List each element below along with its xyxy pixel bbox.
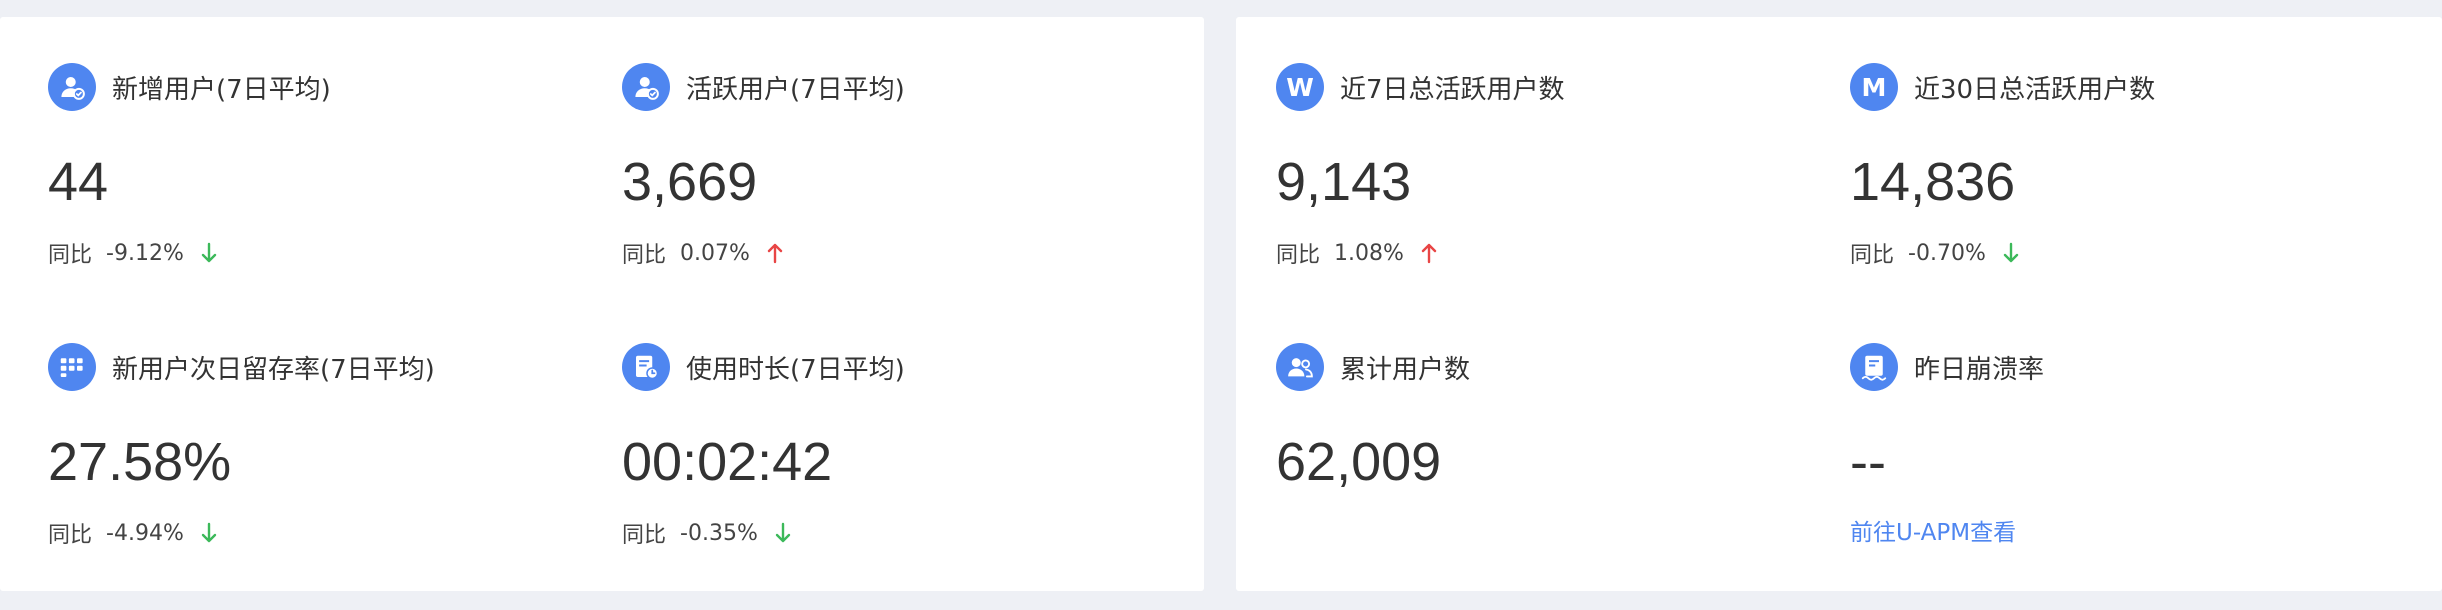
metric-value: 3,669 xyxy=(622,152,758,212)
metric-comparison: 同比 -4.94% xyxy=(48,516,218,550)
metric-comparison: 同比 0.07% xyxy=(622,236,784,270)
arrow-down-icon xyxy=(201,522,217,543)
metric-title: 新用户次日留存率(7日平均) xyxy=(112,354,435,385)
metric-header: M 近30日总活跃用户数 xyxy=(1850,62,2155,112)
metric-comparison: 同比 -9.12% xyxy=(48,236,218,270)
compare-value: -0.70% xyxy=(1908,240,1986,266)
metric-title: 活跃用户(7日平均) xyxy=(686,74,905,105)
metric-crash-rate: 昨日崩溃率 -- 前往U-APM查看 xyxy=(1850,342,2410,582)
arrow-up-icon xyxy=(1421,243,1437,264)
metric-total-users: 累计用户数 62,009 xyxy=(1276,342,1836,582)
user-badge-icon xyxy=(48,63,96,111)
metric-7day-active-users: W 近7日总活跃用户数 9,143 同比 1.08% xyxy=(1276,62,1836,302)
metric-30day-active-users: M 近30日总活跃用户数 14,836 同比 -0.70% xyxy=(1850,62,2410,302)
metric-header: 昨日崩溃率 xyxy=(1850,342,2044,392)
compare-value: -0.35% xyxy=(680,520,758,546)
metric-value: 9,143 xyxy=(1276,152,1412,212)
metric-value: 00:02:42 xyxy=(622,432,833,492)
compare-label: 同比 xyxy=(622,523,667,548)
crash-report-icon xyxy=(1850,343,1898,391)
metric-comparison: 同比 -0.70% xyxy=(1850,236,2020,270)
compare-label: 同比 xyxy=(1276,243,1321,268)
metric-title: 昨日崩溃率 xyxy=(1914,354,2045,385)
arrow-up-icon xyxy=(767,243,783,264)
letter-m-icon: M xyxy=(1850,63,1898,111)
u-apm-link[interactable]: 前往U-APM查看 xyxy=(1850,516,2016,550)
compare-value: 0.07% xyxy=(680,240,750,266)
users-group-icon xyxy=(1276,343,1324,391)
metric-active-users: 活跃用户(7日平均) 3,669 同比 0.07% xyxy=(622,62,1182,302)
compare-value: -4.94% xyxy=(106,520,184,546)
metric-usage-duration: 使用时长(7日平均) 00:02:42 同比 -0.35% xyxy=(622,342,1182,582)
arrow-down-icon xyxy=(2003,242,2019,263)
metric-new-users: 新增用户(7日平均) 44 同比 -9.12% xyxy=(48,62,608,302)
metric-value: -- xyxy=(1850,432,1886,492)
metric-title: 新增用户(7日平均) xyxy=(112,74,331,105)
metric-header: W 近7日总活跃用户数 xyxy=(1276,62,1565,112)
compare-value: -9.12% xyxy=(106,240,184,266)
metric-title: 使用时长(7日平均) xyxy=(686,354,905,385)
metric-comparison: 同比 1.08% xyxy=(1276,236,1438,270)
user-check-icon xyxy=(622,63,670,111)
metric-title: 累计用户数 xyxy=(1340,354,1471,385)
metric-value: 62,009 xyxy=(1276,432,1442,492)
document-clock-icon xyxy=(622,343,670,391)
compare-value: 1.08% xyxy=(1334,240,1404,266)
compare-label: 同比 xyxy=(48,243,93,268)
compare-label: 同比 xyxy=(1850,243,1895,268)
metric-header: 新增用户(7日平均) xyxy=(48,62,331,112)
metric-header: 活跃用户(7日平均) xyxy=(622,62,905,112)
metric-value: 14,836 xyxy=(1850,152,2016,212)
metric-header: 新用户次日留存率(7日平均) xyxy=(48,342,435,392)
arrow-down-icon xyxy=(775,522,791,543)
metric-comparison: 同比 -0.35% xyxy=(622,516,792,550)
right-metrics-card: W 近7日总活跃用户数 9,143 同比 1.08% M 近30日总活跃用户数 … xyxy=(1236,17,2442,591)
metric-value: 44 xyxy=(48,152,109,212)
arrow-down-icon xyxy=(201,242,217,263)
metric-title: 近7日总活跃用户数 xyxy=(1340,74,1565,105)
metric-title: 近30日总活跃用户数 xyxy=(1914,74,2156,105)
letter-w-icon: W xyxy=(1276,63,1324,111)
left-metrics-card: 新增用户(7日平均) 44 同比 -9.12% 活跃用户(7日平均) 3,669… xyxy=(0,17,1204,591)
grid-icon xyxy=(48,343,96,391)
metric-header: 使用时长(7日平均) xyxy=(622,342,905,392)
metric-header: 累计用户数 xyxy=(1276,342,1470,392)
compare-label: 同比 xyxy=(622,243,667,268)
metric-value: 27.58% xyxy=(48,432,232,492)
compare-label: 同比 xyxy=(48,523,93,548)
metric-next-day-retention: 新用户次日留存率(7日平均) 27.58% 同比 -4.94% xyxy=(48,342,608,582)
